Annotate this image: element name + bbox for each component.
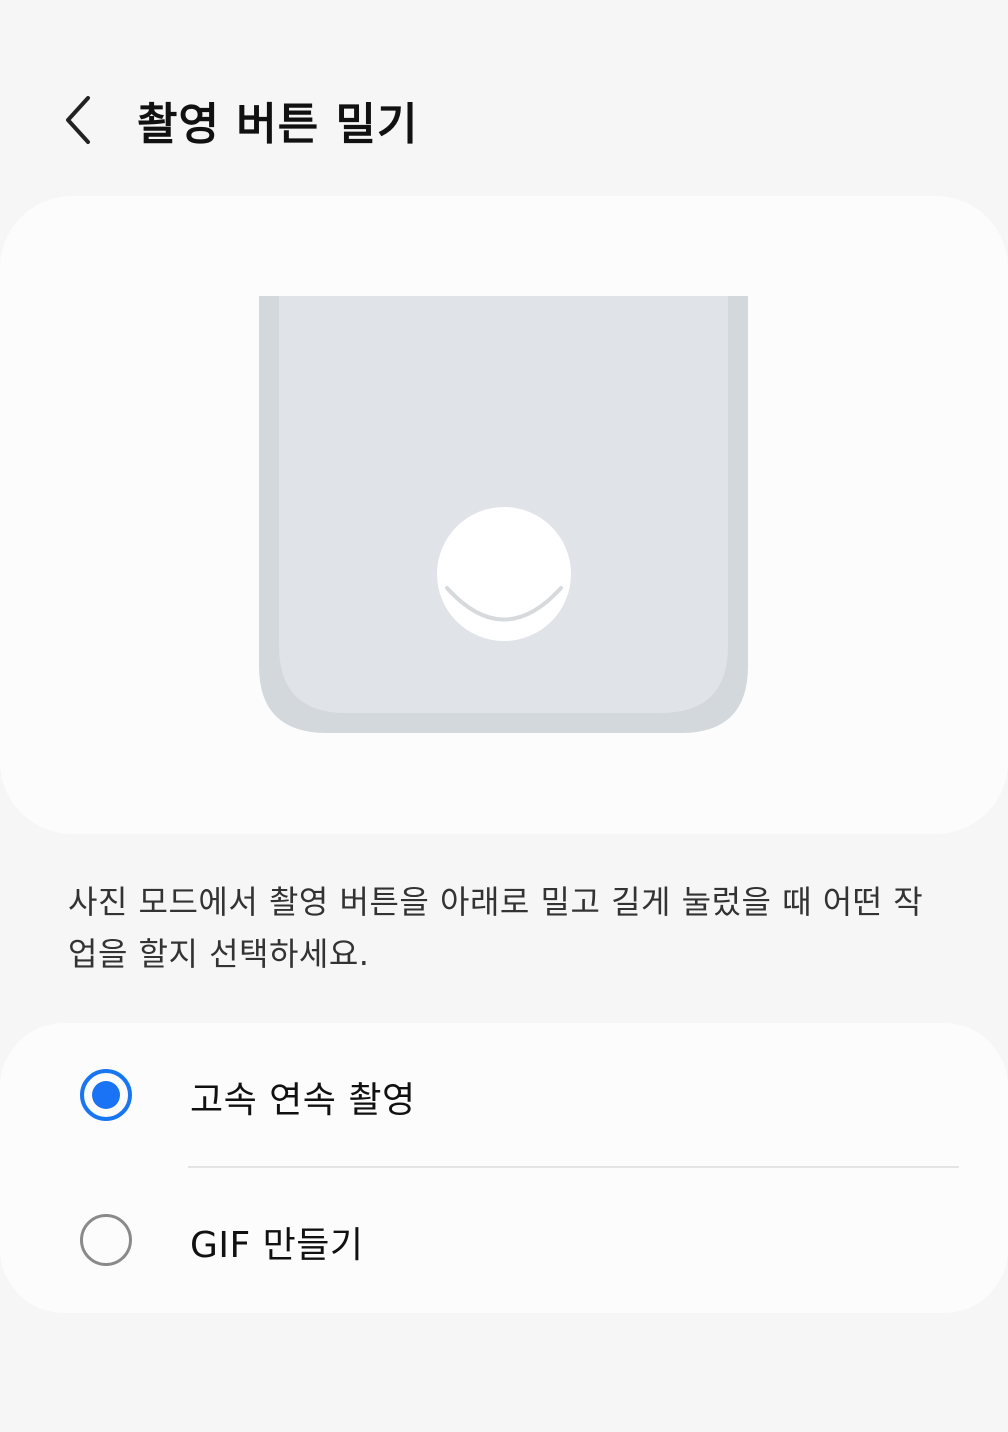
option-label: GIF 만들기 bbox=[190, 1225, 364, 1266]
phone-shutter-illustration bbox=[259, 296, 748, 733]
options-list: 고속 연속 촬영 GIF 만들기 bbox=[0, 1023, 1008, 1313]
illustration-card bbox=[0, 196, 1008, 834]
radio-button-unselected[interactable] bbox=[80, 1214, 132, 1266]
option-label: 고속 연속 촬영 bbox=[190, 1080, 416, 1121]
app-bar: 촬영 버튼 밀기 bbox=[0, 60, 1008, 180]
back-button[interactable] bbox=[44, 84, 116, 156]
page-title: 촬영 버튼 밀기 bbox=[137, 99, 419, 150]
phone-screen bbox=[279, 296, 728, 713]
radio-button-selected[interactable] bbox=[80, 1069, 132, 1121]
description-text: 사진 모드에서 촬영 버튼을 아래로 밀고 길게 눌렀을 때 어떤 작업을 할지… bbox=[68, 883, 924, 973]
option-burst-shot[interactable]: 고속 연속 촬영 bbox=[0, 1023, 1008, 1168]
option-create-gif[interactable]: GIF 만들기 bbox=[0, 1168, 1008, 1313]
chevron-left-icon bbox=[66, 96, 90, 144]
